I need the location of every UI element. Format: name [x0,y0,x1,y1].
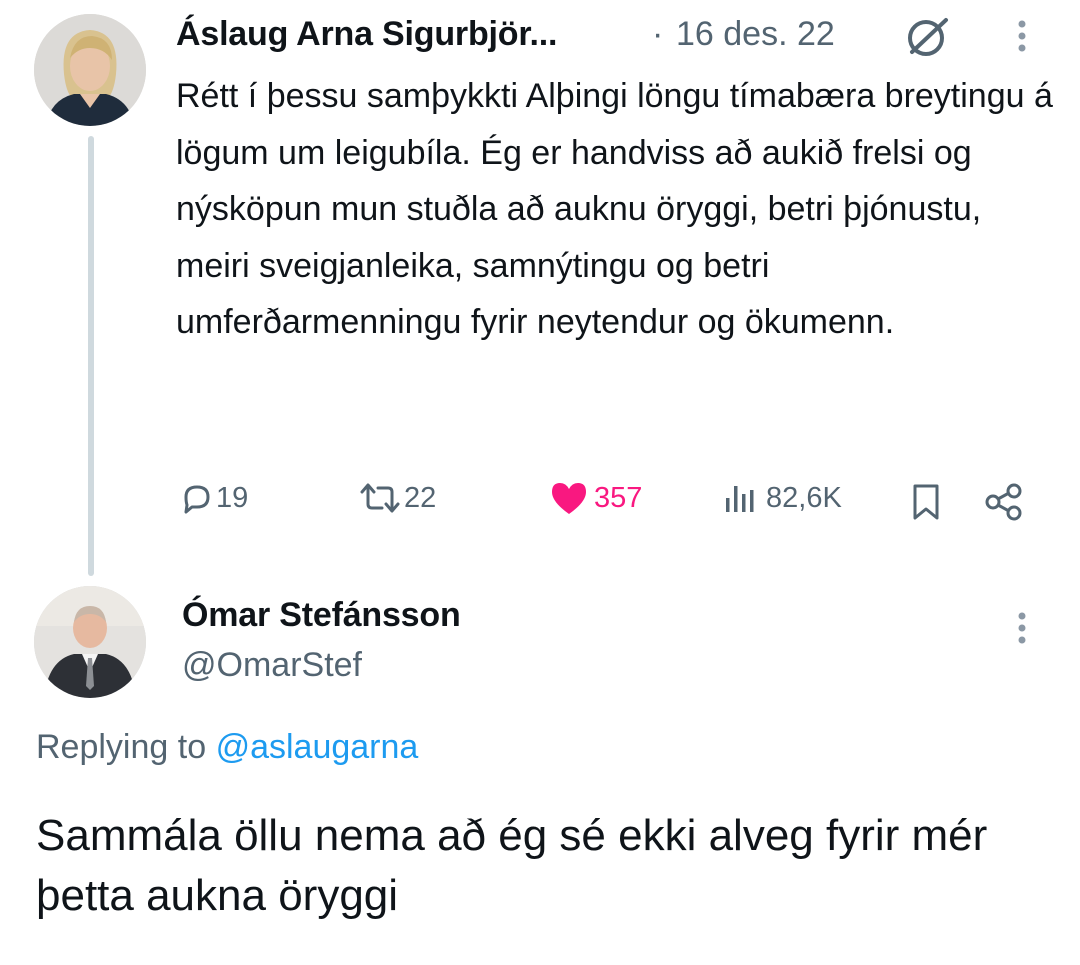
views-action[interactable]: 82,6K [720,480,842,516]
more-vertical-icon[interactable] [1014,18,1030,63]
heart-icon [548,480,590,516]
comment-icon [178,480,214,516]
bar-chart-icon [720,480,764,516]
reply-author-handle[interactable]: @OmarStef [182,646,362,685]
reply-author-name[interactable]: Ómar Stefánsson [182,596,461,635]
bookmark-icon[interactable] [908,482,944,527]
retweet-count: 22 [404,481,437,514]
reply-count: 19 [216,481,249,514]
tweet-separator: · [652,15,664,53]
views-count: 82,6K [766,481,842,514]
replying-to: Replying to @aslaugarna [36,728,418,767]
avatar-portrait [34,14,146,126]
replying-prefix: Replying to [36,728,207,766]
thread-connector-line [88,136,94,576]
avatar[interactable] [34,14,146,126]
like-count: 357 [594,481,643,514]
avatar[interactable] [34,586,146,698]
like-action[interactable]: 357 [548,480,642,516]
avatar-portrait [34,586,146,698]
tweet-date[interactable]: 16 des. 22 [676,15,835,54]
reply-action[interactable]: 19 [178,480,248,516]
circle-slash-icon[interactable] [902,14,954,63]
retweet-action[interactable]: 22 [356,480,436,516]
more-vertical-icon[interactable] [1014,610,1030,655]
share-icon[interactable] [984,482,1024,527]
reply-text: Sammála öllu nema að ég sé ekki alveg fy… [36,811,988,920]
tweet-text: Rétt í þessu samþykkti Alþingi löngu tím… [176,77,1053,341]
tweet-author-name[interactable]: Áslaug Arna Sigurbjör... [176,15,557,54]
replying-handle-link[interactable]: @aslaugarna [216,728,419,766]
retweet-icon [356,480,404,516]
